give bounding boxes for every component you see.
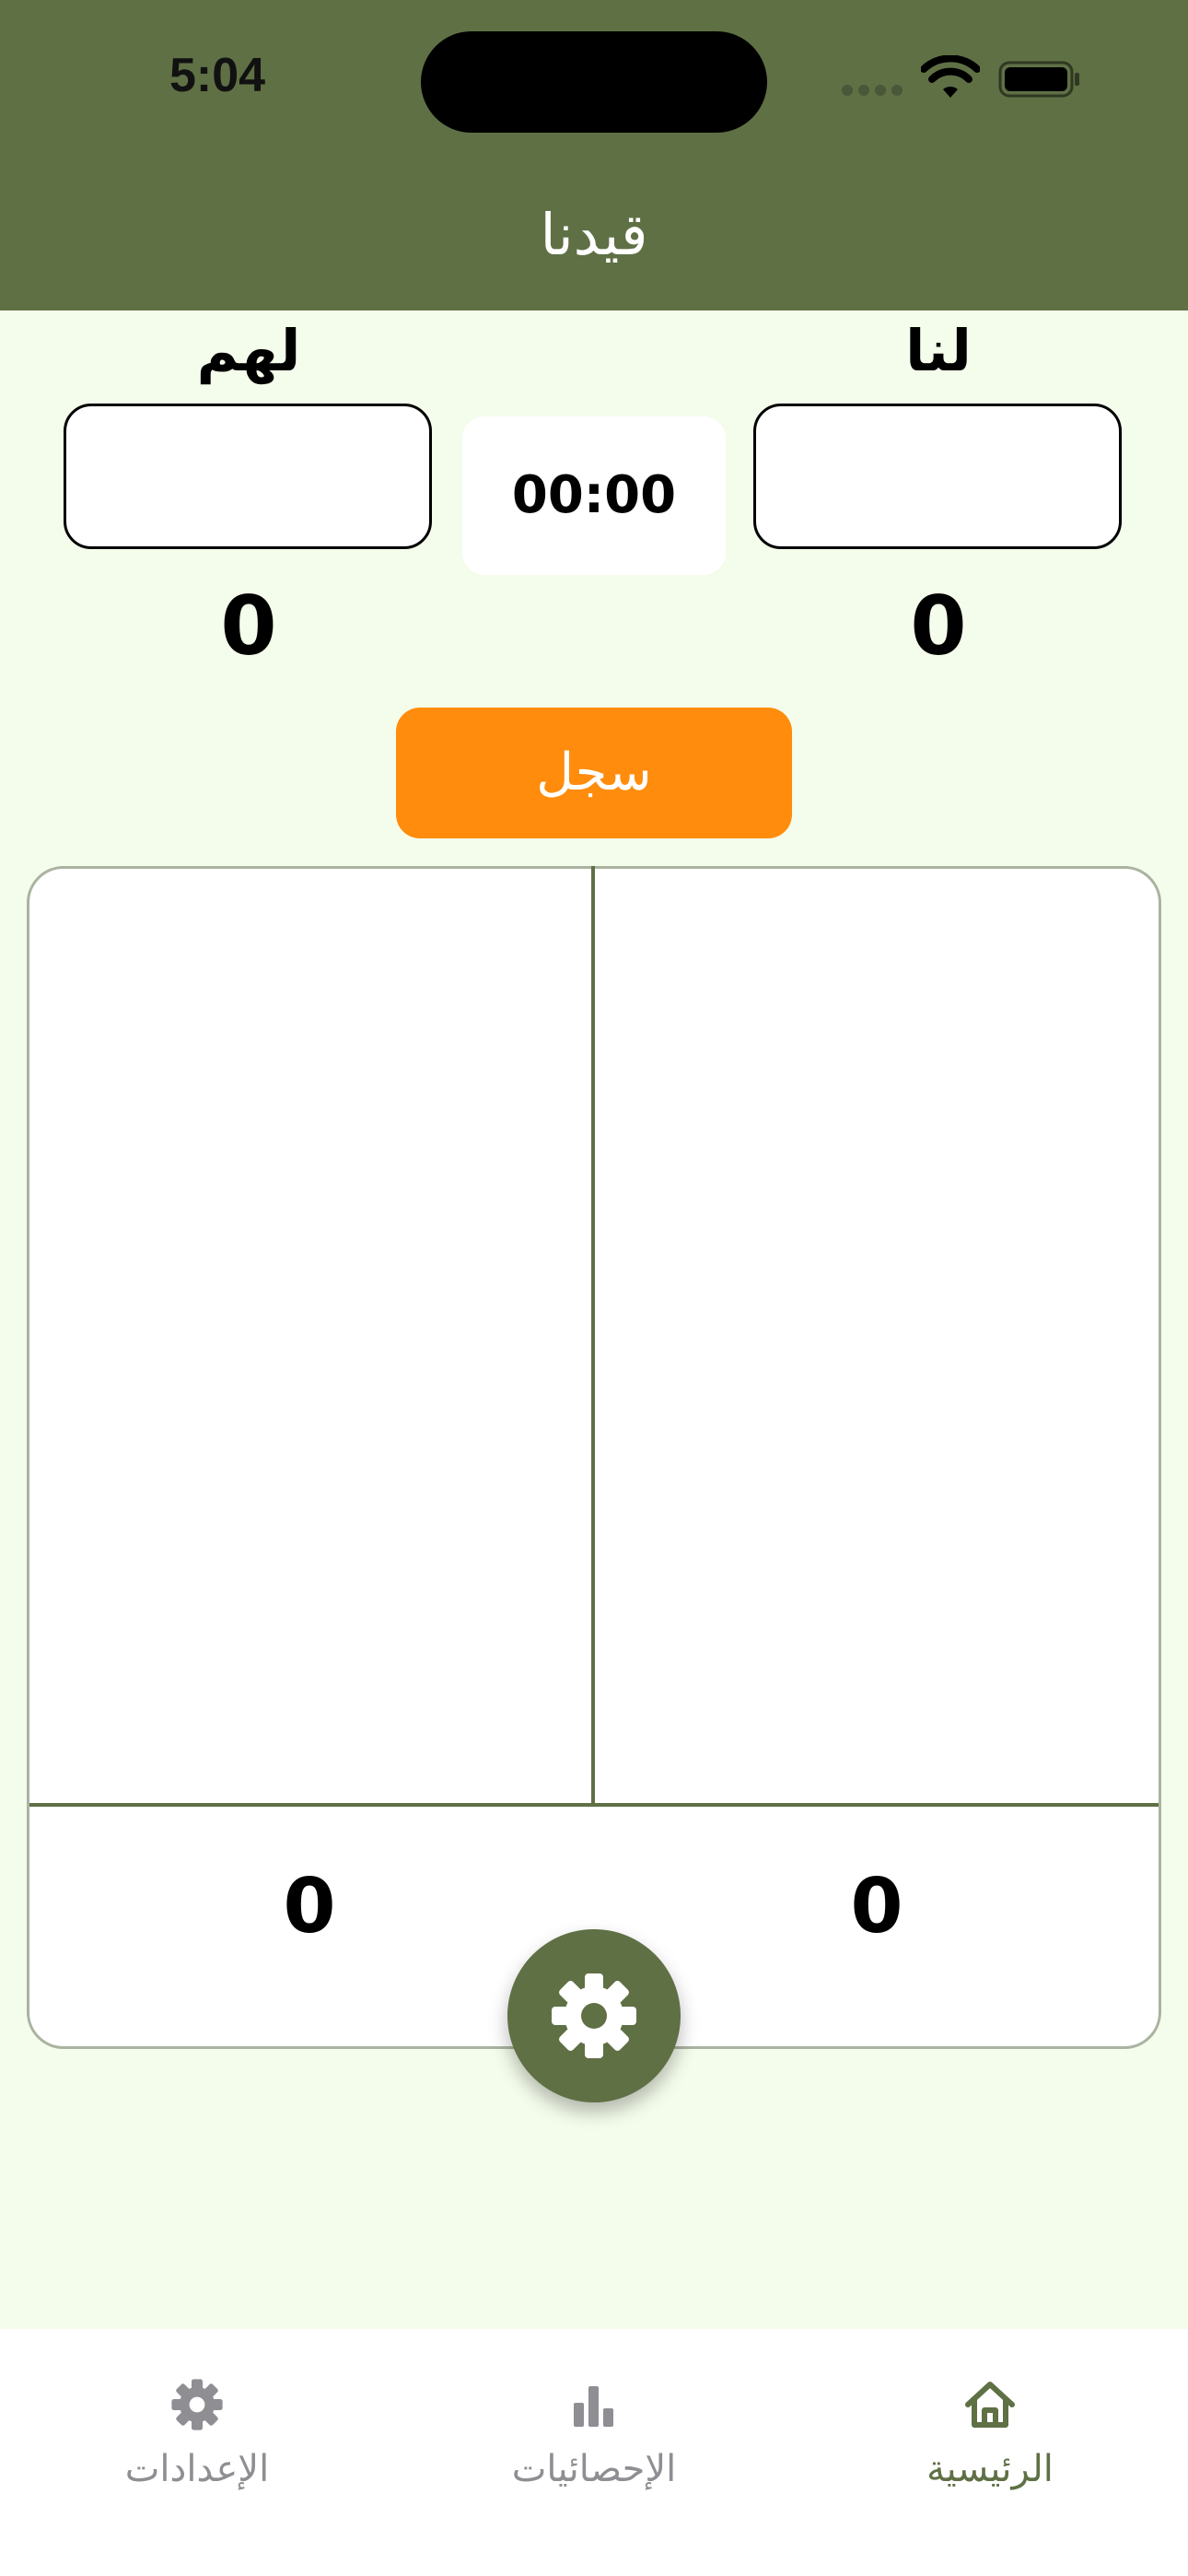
us-score-input[interactable] [753, 404, 1122, 549]
them-score: 0 [220, 579, 277, 673]
tab-settings[interactable]: الإعدادات [59, 2349, 335, 2515]
app-header: 5:04 قيدنا [0, 0, 1188, 310]
us-team-label: لنا [905, 317, 972, 384]
them-score-input[interactable] [64, 404, 432, 549]
us-score: 0 [910, 579, 967, 673]
bar-chart-icon [574, 2386, 613, 2427]
battery-icon [998, 61, 1079, 98]
us-column-total: 0 [850, 1863, 903, 1950]
tab-bar: الرئيسية الإحصائيات الإعدادات [0, 2329, 1188, 2576]
wifi-icon [921, 55, 980, 98]
gear-icon [171, 2379, 223, 2430]
home-icon [965, 2382, 1015, 2428]
status-time: 5:04 [169, 49, 266, 102]
tab-statistics[interactable]: الإحصائيات [456, 2349, 732, 2515]
page-title: قيدنا [540, 201, 648, 268]
dynamic-island [421, 31, 767, 133]
tab-statistics-label: الإحصائيات [511, 2448, 677, 2490]
board-column-divider [591, 866, 595, 1806]
them-team-label: لهم [196, 317, 301, 384]
tab-home[interactable]: الرئيسية [852, 2349, 1128, 2515]
gear-icon [552, 1973, 636, 2058]
tab-settings-label: الإعدادات [124, 2448, 270, 2490]
cellular-signal-icon [842, 85, 904, 98]
settings-fab-button[interactable] [507, 1929, 681, 2102]
board-total-divider [29, 1803, 1159, 1807]
them-column-total: 0 [283, 1863, 336, 1950]
timer-display[interactable]: 00:00 [462, 416, 726, 575]
tab-home-label: الرئيسية [926, 2448, 1054, 2490]
record-button[interactable]: سجل [396, 708, 792, 838]
